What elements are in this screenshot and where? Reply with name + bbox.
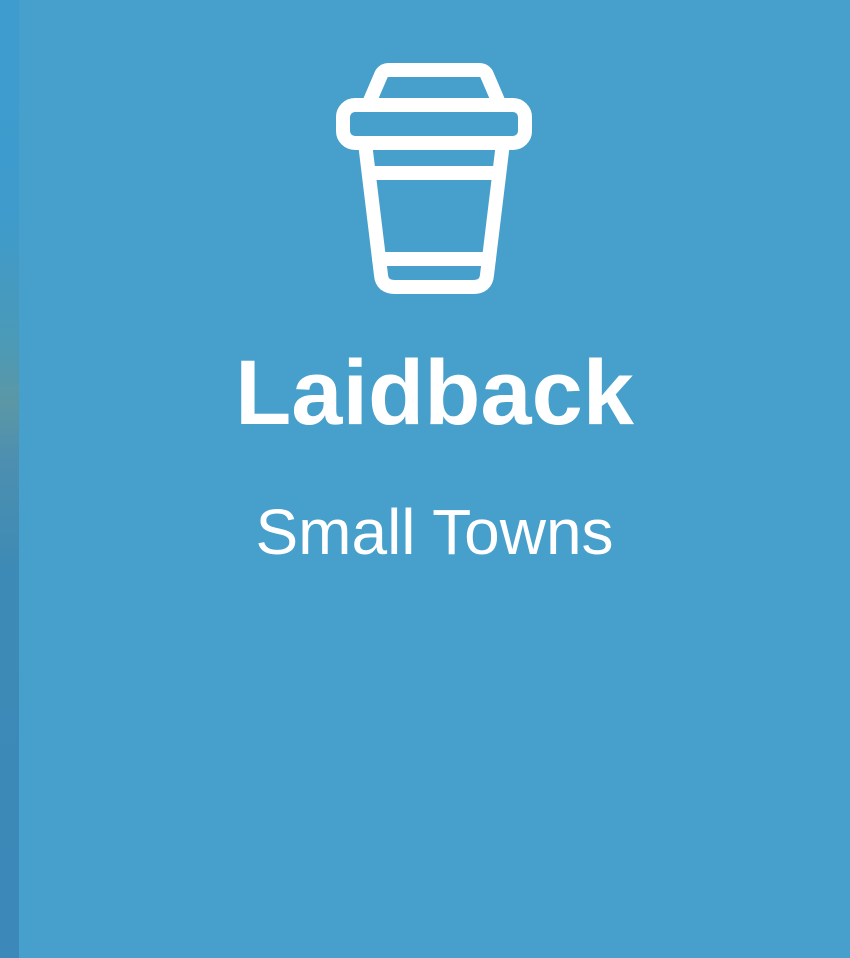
page: Laidback Small Towns — [0, 0, 850, 958]
card-subtitle: Small Towns — [255, 496, 614, 568]
left-edge-strip — [0, 0, 19, 958]
coffee-cup-icon — [336, 63, 532, 294]
card-title: Laidback — [235, 342, 634, 444]
